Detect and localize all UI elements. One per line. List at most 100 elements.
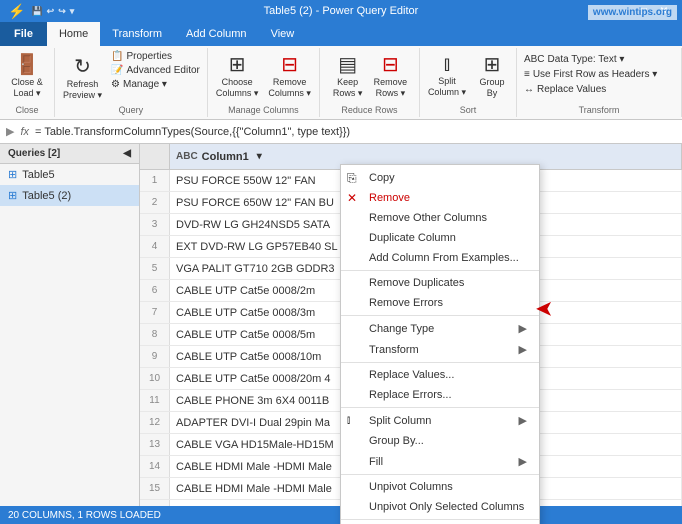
- query-item-table5[interactable]: ⊞ Table5: [0, 164, 139, 185]
- tab-file[interactable]: File: [0, 22, 47, 46]
- data-type-button[interactable]: ABC Data Type: Text ▾: [521, 53, 677, 66]
- ctx-copy[interactable]: ⎘ Copy: [341, 168, 539, 188]
- status-text: 20 COLUMNS, 1 ROWS LOADED: [8, 510, 161, 521]
- row-num: 11: [140, 390, 170, 411]
- ctx-fill[interactable]: Fill ▶: [341, 451, 539, 475]
- remove-columns-button[interactable]: ⊟ RemoveColumns ▾: [264, 50, 315, 101]
- row-number-header: [140, 144, 170, 169]
- column-header-label: Column1: [202, 151, 249, 163]
- choose-columns-button[interactable]: ⊞ ChooseColumns ▾: [212, 50, 263, 101]
- queries-panel: Queries [2] ◀ ⊞ Table5 ⊞ Table5 (2): [0, 144, 140, 524]
- ctx-replace-values[interactable]: Replace Values...: [341, 365, 539, 385]
- title-bar: ⚡ 💾↩↪▾ Table5 (2) - Power Query Editor ─…: [0, 0, 682, 22]
- data-area: ABC Column1 ▾ 1 PSU FORCE 550W 12" FAN 2…: [140, 144, 682, 524]
- split-column-icon: ⫾: [444, 53, 450, 76]
- change-type-arrow: ▶: [519, 322, 527, 335]
- refresh-preview-button[interactable]: ↻ RefreshPreview ▾: [59, 52, 106, 103]
- context-menu: ⎘ Copy ✕ Remove Remove Other Columns Dup…: [340, 164, 540, 524]
- copy-icon: ⎘: [347, 171, 357, 186]
- ctx-remove-duplicates[interactable]: Remove Duplicates: [341, 273, 539, 293]
- ctx-duplicate[interactable]: Duplicate Column: [341, 228, 539, 248]
- split-arrow: ▶: [519, 414, 527, 427]
- manage-button[interactable]: ⚙ Manage ▾: [108, 78, 203, 91]
- close-load-button[interactable]: 🚪 Close &Load ▾: [7, 50, 47, 101]
- ctx-remove-other[interactable]: Remove Other Columns: [341, 208, 539, 228]
- use-first-row-button[interactable]: ≡ Use First Row as Headers ▾: [521, 68, 677, 81]
- row-num: 5: [140, 258, 170, 279]
- split-icon: ⫾: [347, 415, 350, 426]
- collapse-queries-icon[interactable]: ◀: [123, 148, 131, 159]
- ctx-split-column[interactable]: ⫾ Split Column ▶: [341, 410, 539, 431]
- split-column-button[interactable]: ⫾ SplitColumn ▾: [424, 51, 470, 100]
- queries-header: Queries [2] ◀: [0, 144, 139, 164]
- table-icon-2: ⊞: [8, 189, 17, 202]
- column-menu-icon[interactable]: ▾: [257, 151, 262, 162]
- ctx-group-by[interactable]: Group By...: [341, 431, 539, 451]
- properties-icon: 📋: [111, 51, 123, 62]
- ctx-add-from-examples[interactable]: Add Column From Examples...: [341, 248, 539, 271]
- tab-home[interactable]: Home: [47, 22, 100, 46]
- group-by-button[interactable]: ⊞ GroupBy: [472, 50, 512, 101]
- title-bar-icons: 💾↩↪▾: [31, 6, 74, 17]
- row-num: 1: [140, 170, 170, 191]
- tab-add-column[interactable]: Add Column: [174, 22, 259, 46]
- sort-label: Sort: [420, 105, 516, 115]
- keep-rows-button[interactable]: ▤ KeepRows ▾: [328, 50, 368, 101]
- ribbon-group-close: 🚪 Close &Load ▾ Close: [0, 48, 55, 117]
- first-row-icon: ≡: [524, 69, 530, 80]
- remove-icon: ✕: [347, 191, 357, 205]
- tab-view[interactable]: View: [259, 22, 307, 46]
- watermark: www.wintips.org: [588, 5, 677, 20]
- transform-label: Transform: [517, 105, 681, 115]
- tab-transform[interactable]: Transform: [100, 22, 174, 46]
- properties-button[interactable]: 📋 Properties: [108, 50, 203, 63]
- formula-content: = Table.TransformColumnTypes(Source,{{"C…: [35, 126, 350, 138]
- title-bar-left: ⚡ 💾↩↪▾: [8, 3, 74, 20]
- fill-arrow: ▶: [519, 455, 527, 468]
- advanced-editor-button[interactable]: 📝 Advanced Editor: [108, 64, 203, 77]
- query-item-table5-2[interactable]: ⊞ Table5 (2): [0, 185, 139, 206]
- row-num: 13: [140, 434, 170, 455]
- ribbon-content: 🚪 Close &Load ▾ Close ↻ RefreshPreview ▾…: [0, 46, 682, 120]
- replace-values-button[interactable]: ↔ Replace Values: [521, 83, 677, 96]
- ribbon-group-sort: ⫾ SplitColumn ▾ ⊞ GroupBy Sort: [420, 48, 517, 117]
- ribbon-tabs: File Home Transform Add Column View: [0, 22, 682, 46]
- ctx-remove-errors[interactable]: Remove Errors: [341, 293, 539, 316]
- ctx-unpivot-only[interactable]: Unpivot Only Selected Columns: [341, 497, 539, 520]
- replace-values-icon: ↔: [524, 84, 534, 95]
- table-icon: ⊞: [8, 168, 17, 181]
- row-num: 15: [140, 478, 170, 499]
- query-small-buttons: 📋 Properties 📝 Advanced Editor ⚙ Manage …: [108, 50, 203, 105]
- row-num: 8: [140, 324, 170, 345]
- main-area: Queries [2] ◀ ⊞ Table5 ⊞ Table5 (2) ABC …: [0, 144, 682, 524]
- fx-label: fx: [20, 126, 29, 138]
- manage-icon: ⚙: [111, 79, 120, 90]
- app-icon: ⚡: [8, 3, 25, 20]
- row-num: 12: [140, 412, 170, 433]
- refresh-icon: ↻: [74, 54, 91, 79]
- ctx-unpivot[interactable]: Unpivot Columns: [341, 477, 539, 497]
- ctx-transform[interactable]: Transform ▶: [341, 339, 539, 363]
- expand-icon[interactable]: ▶: [6, 125, 14, 138]
- ctx-replace-errors[interactable]: Replace Errors...: [341, 385, 539, 408]
- row-num: 6: [140, 280, 170, 301]
- row-num: 10: [140, 368, 170, 389]
- ribbon-group-transform: ABC Data Type: Text ▾ ≡ Use First Row as…: [517, 48, 682, 117]
- remove-rows-button[interactable]: ⊟ RemoveRows ▾: [370, 50, 412, 101]
- remove-columns-icon: ⊟: [281, 52, 298, 77]
- choose-columns-icon: ⊞: [229, 52, 246, 77]
- close-group-label: Close: [0, 105, 54, 115]
- row-num: 3: [140, 214, 170, 235]
- group-by-icon: ⊞: [484, 52, 501, 77]
- data-type-icon: ABC: [524, 54, 545, 65]
- ribbon-group-manage-columns: ⊞ ChooseColumns ▾ ⊟ RemoveColumns ▾ Mana…: [208, 48, 320, 117]
- ctx-change-type[interactable]: Change Type ▶: [341, 318, 539, 339]
- window-title: Table5 (2) - Power Query Editor: [0, 5, 682, 17]
- keep-rows-icon: ▤: [338, 52, 357, 77]
- column-type-icon: ABC: [176, 151, 198, 162]
- row-num: 4: [140, 236, 170, 257]
- row-num: 14: [140, 456, 170, 477]
- ctx-remove[interactable]: ✕ Remove: [341, 188, 539, 208]
- ribbon-group-reduce-rows: ▤ KeepRows ▾ ⊟ RemoveRows ▾ Reduce Rows: [320, 48, 420, 117]
- row-num: 2: [140, 192, 170, 213]
